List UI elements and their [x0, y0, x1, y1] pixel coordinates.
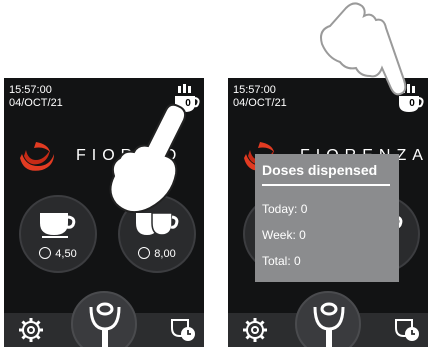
datetime: 15:57:00 04/OCT/21	[233, 84, 287, 110]
date-label: 04/OCT/21	[9, 97, 63, 109]
gear-icon[interactable]	[242, 317, 268, 343]
single-dose-time-value: 4,50	[55, 248, 77, 260]
bottom-bar	[4, 291, 204, 347]
pointing-hand-outline-icon	[320, 2, 407, 96]
clock-icon	[138, 247, 151, 259]
doses-today: Today: 0	[262, 202, 308, 216]
double-dose-time-value: 8,00	[154, 248, 176, 260]
popup-title: Doses dispensed	[262, 162, 378, 178]
right-screen: 15:57:00 04/OCT/21 0 FIORENZATO	[228, 78, 428, 347]
cup-clock-icon[interactable]	[394, 318, 420, 342]
popup-divider	[262, 184, 390, 186]
doses-dispensed-popup: Doses dispensed Today: 0 Week: 0 Total: …	[255, 154, 399, 282]
doses-total: Total: 0	[262, 254, 301, 268]
gear-icon[interactable]	[18, 317, 44, 343]
bottom-bar	[228, 291, 428, 347]
fiorenzato-logo-icon	[20, 142, 54, 171]
cup-clock-icon[interactable]	[170, 318, 196, 342]
left-screen: 15:57:00 04/OCT/21 0 FIOR TO 4,50	[4, 78, 204, 347]
date-label: 04/OCT/21	[233, 97, 287, 109]
single-cup-icon	[40, 213, 76, 238]
portafilter-icon	[89, 302, 121, 347]
single-dose-time: 4,50	[21, 247, 95, 260]
pointing-hand-icon	[109, 103, 187, 214]
time-label: 15:57:00	[233, 84, 276, 96]
time-label: 15:57:00	[9, 84, 52, 96]
portafilter-button[interactable]	[71, 291, 137, 347]
clock-icon	[39, 247, 52, 259]
single-dose-button[interactable]: 4,50	[19, 195, 97, 273]
portafilter-icon	[313, 302, 345, 347]
datetime: 15:57:00 04/OCT/21	[9, 84, 63, 110]
portafilter-button[interactable]	[295, 291, 361, 347]
double-dose-time: 8,00	[120, 247, 194, 260]
doses-week: Week: 0	[262, 228, 306, 242]
